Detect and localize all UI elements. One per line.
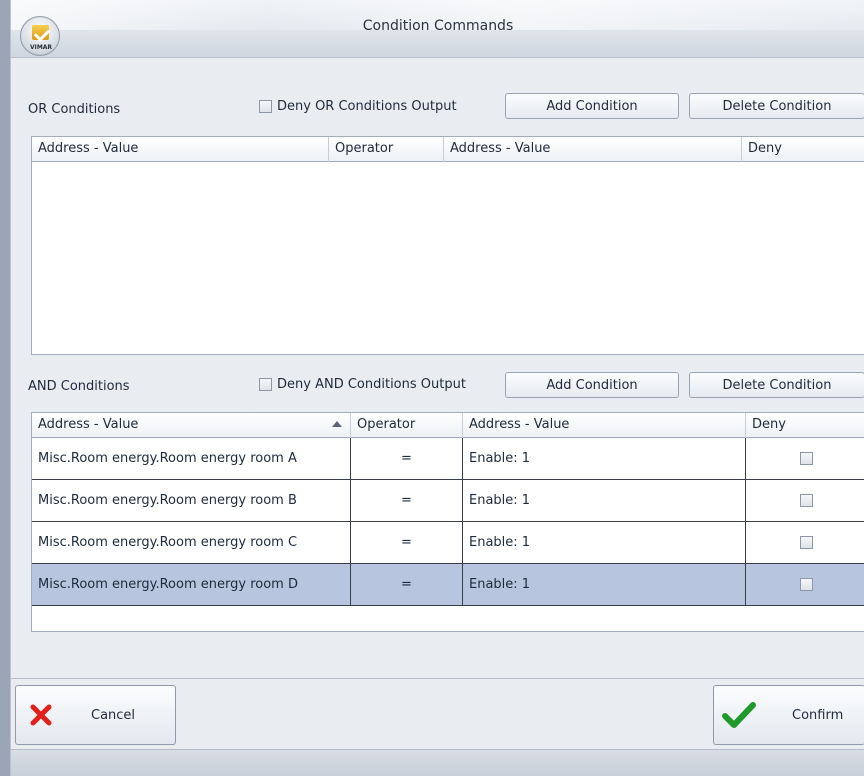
or-conditions-table[interactable]: Address - Value Operator Address - Value…: [31, 136, 864, 355]
close-x-icon: [30, 704, 52, 726]
deny-and-output-checkbox[interactable]: [259, 378, 272, 391]
row-deny-cell: [746, 522, 864, 563]
table-row[interactable]: Misc.Room energy.Room energy room B = En…: [32, 480, 864, 522]
and-col-address-value-2[interactable]: Address - Value: [463, 413, 746, 438]
window-title: Condition Commands: [362, 18, 514, 34]
deny-or-output-checkbox[interactable]: [259, 100, 272, 113]
confirm-label: Confirm: [792, 707, 844, 723]
and-add-condition-button[interactable]: Add Condition: [505, 372, 679, 398]
row-value: Enable: 1: [463, 480, 746, 521]
row-deny-checkbox[interactable]: [799, 452, 813, 465]
row-deny-checkbox[interactable]: [799, 494, 813, 507]
or-col-deny[interactable]: Deny: [742, 137, 864, 162]
and-conditions-table[interactable]: Address - Value Operator Address - Value…: [31, 412, 864, 632]
or-col-address-value-2[interactable]: Address - Value: [444, 137, 742, 162]
and-col-address-value-label: Address - Value: [38, 417, 139, 432]
or-table-header: Address - Value Operator Address - Value…: [32, 137, 864, 162]
and-col-address-value[interactable]: Address - Value: [32, 413, 351, 438]
row-deny-checkbox[interactable]: [799, 536, 813, 549]
row-value: Enable: 1: [463, 438, 746, 479]
status-bar: [11, 749, 864, 776]
row-address: Misc.Room energy.Room energy room C: [32, 522, 351, 563]
row-deny-cell: [746, 480, 864, 521]
row-address: Misc.Room energy.Room energy room B: [32, 480, 351, 521]
sort-ascending-icon: [332, 421, 342, 427]
and-conditions-label: AND Conditions: [28, 379, 130, 394]
or-col-address-value[interactable]: Address - Value: [32, 137, 329, 162]
table-row-selected[interactable]: Misc.Room energy.Room energy room D = En…: [32, 564, 864, 606]
deny-or-output-option[interactable]: Deny OR Conditions Output: [259, 99, 457, 114]
row-deny-cell: [746, 438, 864, 479]
row-deny-checkbox[interactable]: [799, 578, 813, 591]
or-col-operator[interactable]: Operator: [329, 137, 444, 162]
row-value: Enable: 1: [463, 522, 746, 563]
row-operator: =: [351, 438, 463, 479]
logo-text: VIMAR: [29, 44, 53, 51]
row-operator: =: [351, 480, 463, 521]
title-bar: VIMAR Condition Commands: [11, 0, 864, 58]
deny-and-output-label: Deny AND Conditions Output: [277, 377, 466, 392]
cancel-label: Cancel: [91, 707, 136, 723]
checkmark-icon: [722, 702, 756, 728]
and-table-header: Address - Value Operator Address - Value…: [32, 413, 864, 438]
row-operator: =: [351, 522, 463, 563]
cancel-button[interactable]: Cancel: [15, 685, 176, 745]
table-row[interactable]: Misc.Room energy.Room energy room C = En…: [32, 522, 864, 564]
or-conditions-label: OR Conditions: [28, 102, 121, 117]
footer-divider: [11, 678, 864, 679]
row-operator: =: [351, 564, 463, 605]
deny-and-output-option[interactable]: Deny AND Conditions Output: [259, 377, 466, 392]
row-address: Misc.Room energy.Room energy room D: [32, 564, 351, 605]
and-delete-condition-button[interactable]: Delete Condition: [689, 372, 864, 398]
and-col-operator[interactable]: Operator: [351, 413, 463, 438]
row-address: Misc.Room energy.Room energy room A: [32, 438, 351, 479]
or-add-condition-button[interactable]: Add Condition: [505, 93, 679, 119]
and-col-deny[interactable]: Deny: [746, 413, 864, 438]
row-deny-cell: [746, 564, 864, 605]
or-delete-condition-button[interactable]: Delete Condition: [689, 93, 864, 119]
table-row[interactable]: Misc.Room energy.Room energy room A = En…: [32, 438, 864, 480]
row-value: Enable: 1: [463, 564, 746, 605]
confirm-button[interactable]: Confirm: [713, 685, 864, 745]
condition-commands-window: VIMAR Condition Commands OR Conditions D…: [10, 0, 864, 776]
deny-or-output-label: Deny OR Conditions Output: [277, 99, 457, 114]
